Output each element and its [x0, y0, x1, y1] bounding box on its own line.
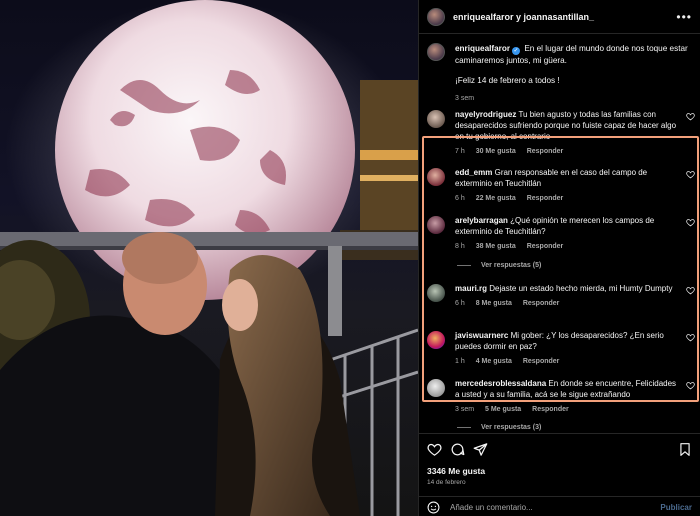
comment-icon[interactable]	[450, 442, 465, 457]
post-photo	[0, 0, 418, 516]
comment-username[interactable]: javiswuarnerc	[455, 331, 508, 340]
view-replies-button[interactable]: Ver respuestas (3)	[457, 424, 541, 431]
verified-badge-icon: ✓	[512, 47, 521, 55]
like-comment-heart-icon[interactable]	[686, 381, 695, 390]
comment-avatar[interactable]	[427, 168, 445, 186]
comment-item: arelybarragan ¿Qué opinión te merecen lo…	[427, 215, 699, 252]
comment-time: 6 h	[455, 300, 465, 307]
comment-username[interactable]: edd_emm	[455, 168, 492, 177]
reply-button[interactable]: Responder	[527, 243, 564, 250]
comment-username[interactable]: arelybarragan	[455, 216, 508, 225]
reply-button[interactable]: Responder	[527, 195, 564, 202]
comment-input[interactable]	[450, 502, 640, 512]
caption-time: 3 sem	[455, 95, 475, 102]
comment-avatar[interactable]	[427, 110, 445, 128]
post-side-panel: enriquealfaror y joannasantillan_ ••• en…	[418, 0, 700, 516]
comment-likes[interactable]: 8 Me gusta	[476, 300, 512, 307]
share-icon[interactable]	[473, 442, 488, 457]
comment-username[interactable]: mercedesroblessaldana	[455, 379, 546, 388]
caption-username[interactable]: enriquealfaror	[455, 44, 510, 53]
comment-likes[interactable]: 4 Me gusta	[476, 358, 512, 365]
likes-count[interactable]: 3346 Me gusta	[427, 466, 485, 476]
bookmark-icon[interactable]	[678, 442, 692, 457]
comment-username[interactable]: mauri.rg	[455, 284, 487, 293]
like-comment-heart-icon[interactable]	[686, 218, 695, 227]
comment-likes[interactable]: 30 Me gusta	[476, 148, 516, 155]
like-comment-heart-icon[interactable]	[686, 112, 695, 121]
post-authors[interactable]: enriquealfaror y joannasantillan_	[453, 12, 594, 22]
comment-likes[interactable]: 38 Me gusta	[476, 243, 516, 250]
comment-time: 1 h	[455, 358, 465, 365]
add-comment-bar: Publicar	[419, 496, 700, 516]
more-options-icon[interactable]: •••	[676, 10, 692, 24]
comment-item: javiswuarnerc Mi gober: ¿Y los desaparec…	[427, 330, 699, 367]
caption-avatar[interactable]	[427, 43, 445, 61]
author-avatar[interactable]	[427, 7, 445, 26]
comment-avatar[interactable]	[427, 331, 445, 349]
comment-time: 6 h	[455, 195, 465, 202]
comment-time: 3 sem	[455, 406, 475, 413]
comments-scroll-area[interactable]: enriquealfaror ✓ En el lugar del mundo do…	[419, 35, 700, 433]
caption-text-2: ¡Feliz 14 de febrero a todos !	[455, 76, 560, 85]
like-comment-heart-icon[interactable]	[686, 286, 695, 295]
comment-avatar[interactable]	[427, 379, 445, 397]
reply-button[interactable]: Responder	[523, 358, 560, 365]
like-comment-heart-icon[interactable]	[686, 333, 695, 342]
reply-button[interactable]: Responder	[532, 406, 569, 413]
comment-likes[interactable]: 22 Me gusta	[476, 195, 516, 202]
comment-avatar[interactable]	[427, 216, 445, 234]
comment-time: 7 h	[455, 148, 465, 155]
comment-avatar[interactable]	[427, 284, 445, 302]
comment-text: Dejaste un estado hecho mierda, mi Humty…	[489, 284, 673, 293]
comment-username[interactable]: nayelyrodriguez	[455, 110, 516, 119]
post-actions: 3346 Me gusta 14 de febrero Publicar	[419, 433, 700, 516]
post-header: enriquealfaror y joannasantillan_ •••	[419, 0, 700, 34]
comment-likes[interactable]: 5 Me gusta	[485, 406, 521, 413]
heart-icon[interactable]	[427, 442, 442, 457]
comment-item: mercedesroblessaldana En donde se encuen…	[427, 378, 699, 415]
like-comment-heart-icon[interactable]	[686, 170, 695, 179]
comment-item: mauri.rg Dejaste un estado hecho mierda,…	[427, 283, 699, 309]
photo-illustration	[0, 0, 418, 516]
comment-item: nayelyrodriguez Tu bien agusto y todas l…	[427, 109, 699, 157]
post-date: 14 de febrero	[427, 479, 466, 486]
reply-button[interactable]: Responder	[523, 300, 560, 307]
publish-button[interactable]: Publicar	[660, 503, 692, 512]
view-replies-button[interactable]: Ver respuestas (5)	[457, 262, 541, 269]
comment-time: 8 h	[455, 243, 465, 250]
post-caption: enriquealfaror ✓ En el lugar del mundo do…	[419, 35, 700, 104]
emoji-icon[interactable]	[427, 501, 440, 514]
reply-button[interactable]: Responder	[527, 148, 564, 155]
comment-item: edd_emm Gran responsable en el caso del …	[427, 167, 699, 204]
